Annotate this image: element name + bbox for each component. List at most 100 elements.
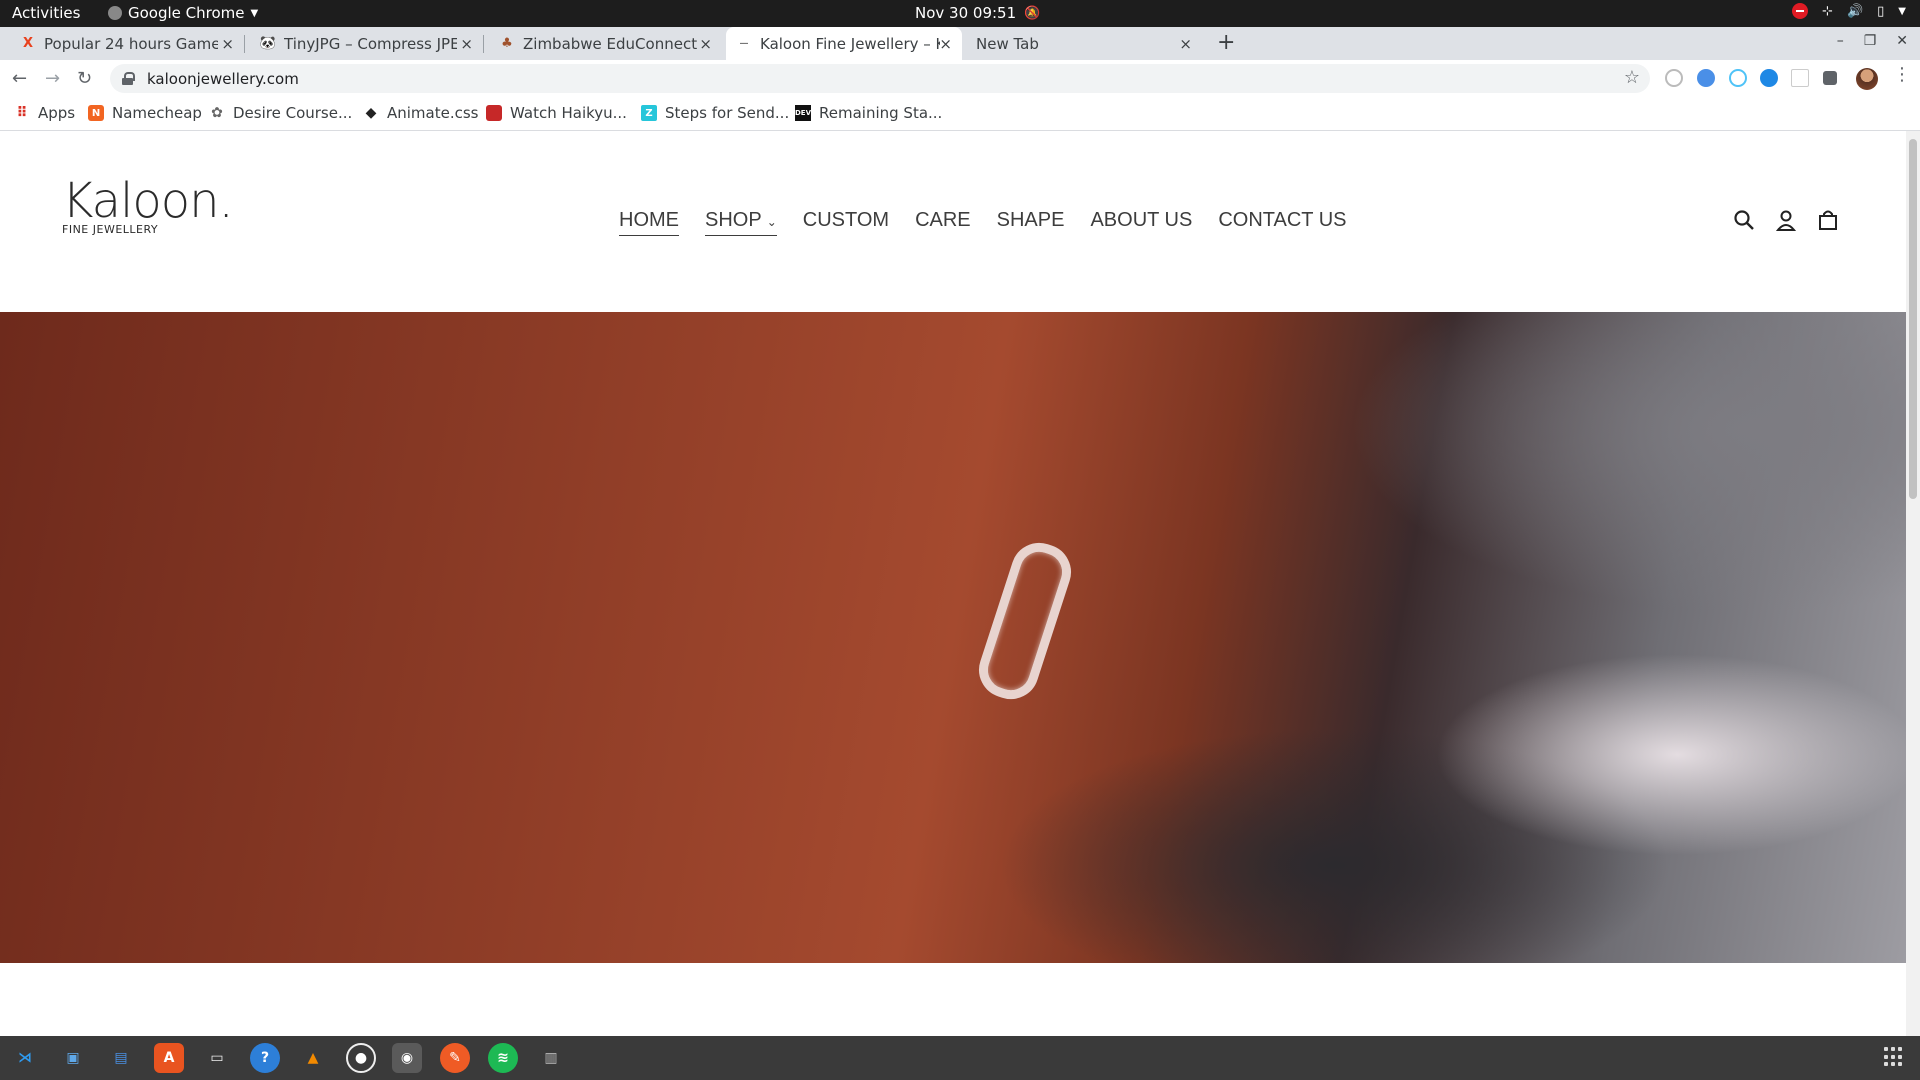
vscode-icon[interactable]: ⋊ (10, 1043, 40, 1073)
url-text[interactable]: kaloonjewellery.com (147, 70, 299, 88)
x-red-icon: X (22, 36, 34, 51)
obs-icon[interactable]: ● (346, 1043, 376, 1073)
logo-wordmark: Kaloon. (62, 173, 234, 229)
tab-title: Popular 24 hours Game To (44, 34, 218, 53)
bookmark-remaining-sta[interactable]: DEV Remaining Sta... (795, 104, 942, 122)
address-bar[interactable]: kaloonjewellery.com ☆ (110, 64, 1650, 93)
system-tray[interactable]: ⊹ 🔊 ▯ ▼ (1792, 3, 1906, 19)
steps-icon: Z (641, 105, 657, 121)
show-applications-icon[interactable] (1884, 1047, 1904, 1067)
web-page: Kaloon. FINE JEWELLERY HOME SHOP ⌄ CUSTOM… (0, 131, 1906, 1036)
tab-title: New Tab (976, 34, 1039, 53)
vlc-icon[interactable]: ▲ (298, 1043, 328, 1073)
extension-c-icon[interactable] (1760, 69, 1778, 87)
app-menu[interactable]: Google Chrome ▼ (108, 4, 258, 22)
tab-zimbabwe-educonnect[interactable]: ♣ Zimbabwe EduConnect - / × (483, 27, 722, 60)
chrome-app-icon (108, 6, 122, 20)
close-window-icon[interactable]: ✕ (1896, 33, 1908, 49)
nav-home[interactable]: HOME (619, 209, 679, 236)
tab-title: TinyJPG – Compress JPEG (284, 34, 457, 53)
close-tab-icon[interactable]: × (1179, 35, 1192, 53)
spotify-icon[interactable]: ≋ (488, 1043, 518, 1073)
close-tab-icon[interactable]: × (939, 35, 952, 53)
back-icon[interactable]: ← (12, 68, 27, 89)
account-icon[interactable] (1775, 209, 1797, 231)
profile-avatar[interactable] (1856, 68, 1878, 90)
bookmark-label: Watch Haikyu... (510, 104, 627, 122)
window-controls: – ❐ ✕ (1837, 33, 1908, 49)
tab-popular-games[interactable]: X Popular 24 hours Game To × (0, 27, 245, 60)
lock-icon[interactable] (122, 72, 135, 85)
forward-icon[interactable]: → (45, 68, 60, 89)
bookmark-namecheap[interactable]: N Namecheap (88, 104, 202, 122)
do-not-disturb-icon[interactable] (1792, 3, 1809, 19)
bookmark-watch-haikyu[interactable]: Watch Haikyu... (486, 104, 627, 122)
network-icon: ⊹ (1822, 3, 1833, 19)
minimize-icon[interactable]: – (1837, 33, 1844, 49)
dev-icon: DEV (795, 105, 811, 121)
activities-button[interactable]: Activities (12, 4, 80, 22)
site-logo[interactable]: Kaloon. FINE JEWELLERY (62, 173, 234, 236)
app-menu-label: Google Chrome (128, 4, 245, 22)
extension-circle-icon[interactable] (1665, 69, 1683, 87)
search-icon[interactable] (1733, 209, 1755, 231)
close-tab-icon[interactable]: × (460, 35, 473, 53)
apps-grid-icon: ⠿ (16, 105, 28, 121)
close-tab-icon[interactable]: × (699, 35, 712, 53)
cart-icon[interactable] (1817, 209, 1839, 231)
bookmark-steps-for-send[interactable]: Z Steps for Send... (641, 104, 789, 122)
chrome-menu-icon[interactable]: ⋮ (1893, 64, 1911, 85)
tab-title: Kaloon Fine Jewellery – K (760, 34, 940, 53)
notifications-muted-icon: 🔕 (1024, 5, 1041, 21)
kaloon-icon: — (739, 38, 749, 49)
chevron-down-icon: ⌄ (766, 215, 777, 229)
reload-icon[interactable]: ↻ (77, 68, 92, 89)
nav-shape[interactable]: SHAPE (997, 209, 1065, 236)
files-icon[interactable]: ▭ (202, 1043, 232, 1073)
bookmark-label: Steps for Send... (665, 104, 790, 122)
tab-strip: X Popular 24 hours Game To × 🐼 TinyJPG –… (0, 27, 1920, 60)
software-center-icon[interactable]: A (154, 1043, 184, 1073)
react-icon[interactable] (1729, 69, 1747, 87)
bookmark-desire-course[interactable]: ✿ Desire Course... (209, 104, 352, 122)
scrollbar-thumb[interactable] (1909, 139, 1917, 499)
file-manager-icon[interactable]: ▣ (58, 1043, 88, 1073)
haikyu-icon (486, 105, 502, 121)
main-navigation: HOME SHOP ⌄ CUSTOM CARE SHAPE ABOUT US CO… (619, 209, 1372, 236)
new-tab-button[interactable]: + (1217, 32, 1235, 54)
clock[interactable]: Nov 30 09:51 🔕 (915, 4, 1040, 22)
restore-icon[interactable]: ❐ (1864, 33, 1877, 49)
bookmark-star-icon[interactable]: ☆ (1624, 67, 1640, 88)
system-menu-caret-icon[interactable]: ▼ (1898, 6, 1906, 17)
extension-blue-icon[interactable] (1697, 69, 1715, 87)
extensions-puzzle-icon[interactable] (1823, 71, 1837, 85)
bookmark-label: Desire Course... (233, 104, 353, 122)
hero-image (0, 312, 1906, 963)
nav-shop[interactable]: SHOP ⌄ (705, 209, 777, 236)
help-icon[interactable]: ? (250, 1043, 280, 1073)
clock-text: Nov 30 09:51 (915, 4, 1017, 22)
animate-icon: ◆ (365, 105, 377, 121)
header-icons (1733, 209, 1839, 231)
nav-shop-label: SHOP (705, 209, 762, 231)
bookmark-label: Animate.css (387, 104, 479, 122)
page-scrollbar[interactable] (1906, 131, 1920, 1036)
bookmarks-bar: ⠿ Apps N Namecheap ✿ Desire Course... ◆ … (0, 97, 1920, 131)
extension-square-icon[interactable] (1791, 69, 1809, 87)
document-icon[interactable]: ▤ (106, 1043, 136, 1073)
tab-kaloon[interactable]: — Kaloon Fine Jewellery – K × (726, 27, 962, 60)
bookmark-animate-css[interactable]: ◆ Animate.css (363, 104, 479, 122)
chrome-icon[interactable]: ◉ (392, 1043, 422, 1073)
tab-new-tab[interactable]: New Tab × (962, 27, 1202, 60)
zimbabwe-icon: ♣ (501, 36, 513, 51)
nav-custom[interactable]: CUSTOM (803, 209, 889, 236)
disk-icon[interactable]: ▥ (536, 1043, 566, 1073)
nav-contact-us[interactable]: CONTACT US (1218, 209, 1346, 236)
bookmark-label: Apps (38, 104, 76, 122)
nav-care[interactable]: CARE (915, 209, 971, 236)
nav-about-us[interactable]: ABOUT US (1090, 209, 1192, 236)
tab-tinyjpg[interactable]: 🐼 TinyJPG – Compress JPEG × (244, 27, 484, 60)
bookmark-apps[interactable]: ⠿ Apps (14, 104, 76, 122)
close-tab-icon[interactable]: × (221, 35, 234, 53)
postman-icon[interactable]: ✎ (440, 1043, 470, 1073)
